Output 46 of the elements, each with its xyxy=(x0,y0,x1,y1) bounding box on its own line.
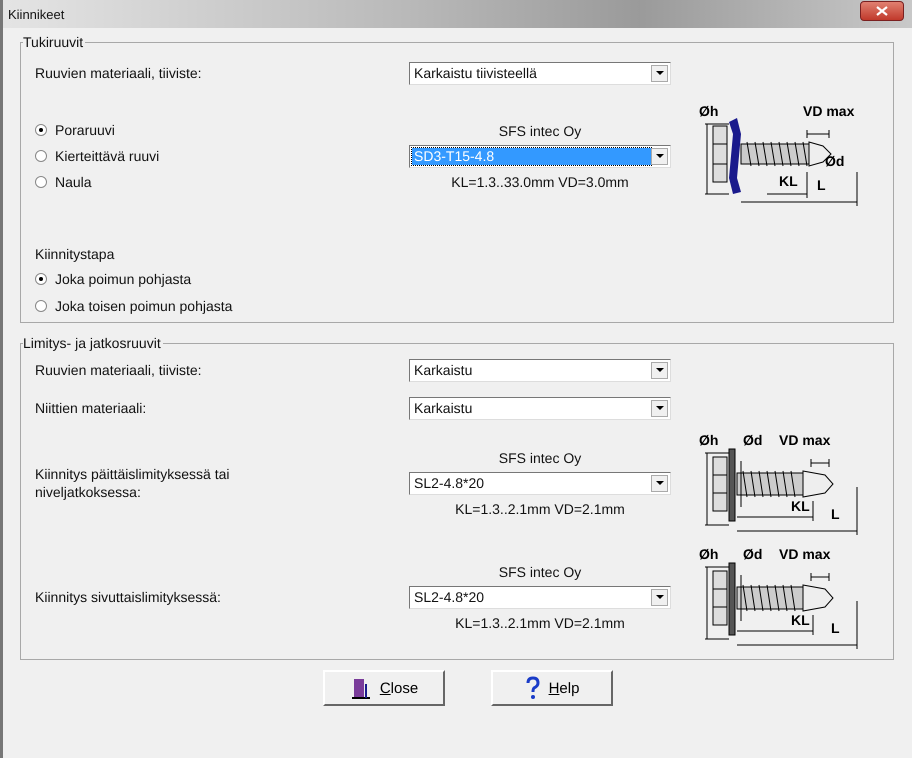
dropdown[interactable]: SL2-4.8*20 xyxy=(409,586,671,608)
radio-option[interactable]: Naula xyxy=(35,172,409,192)
dimension-label: Øh xyxy=(699,103,718,119)
close-button[interactable]: Close xyxy=(323,670,445,706)
window-title: Kiinnikeet xyxy=(8,6,64,22)
field-label: Niittien materiaali: xyxy=(35,400,148,416)
radio-option[interactable]: Joka poimun pohjasta xyxy=(35,269,881,289)
manufacturer-label: SFS intec Oy xyxy=(498,564,582,580)
dimension-label: Ød xyxy=(743,432,762,448)
dimension-label: VD max xyxy=(779,432,830,448)
door-icon xyxy=(350,676,372,700)
radio-option[interactable]: Joka toisen poimun pohjasta xyxy=(35,296,881,316)
radio-option[interactable]: Kierteittävä ruuvi xyxy=(35,146,409,166)
dimension-label: L xyxy=(831,620,840,636)
dropdown[interactable]: Karkaistu xyxy=(409,396,671,420)
dimension-label: Ød xyxy=(825,153,844,169)
dimension-label: L xyxy=(831,506,840,522)
dimension-label: Øh xyxy=(699,432,718,448)
field-label: Ruuvien materiaali, tiiviste: xyxy=(35,65,203,81)
dropdown[interactable]: Karkaistu tiivisteellä xyxy=(409,62,671,84)
dimension-label: KL xyxy=(791,498,810,514)
dimension-label: Øh xyxy=(699,546,718,562)
group-title: Limitys- ja jatkosruuvit xyxy=(23,335,162,351)
help-icon xyxy=(524,676,541,700)
close-window-button[interactable] xyxy=(860,1,904,21)
field-label: Ruuvien materiaali, tiiviste: xyxy=(35,362,203,378)
dimension-label: L xyxy=(817,177,826,193)
field-label: Kiinnitystapa xyxy=(35,246,116,262)
dimension-label: KL xyxy=(779,173,798,189)
dimension-info: KL=1.3..2.1mm VD=2.1mm xyxy=(455,614,625,630)
dropdown[interactable]: SL2-4.8*20 xyxy=(409,472,671,494)
field-label: Kiinnitys päittäislimityksessä tai niveljatkoksessa: xyxy=(35,465,231,501)
radio-option[interactable]: Poraruuvi xyxy=(35,120,409,140)
dimension-label: VD max xyxy=(803,103,854,119)
help-button[interactable]: Help xyxy=(491,670,613,706)
close-icon xyxy=(876,6,888,16)
dimension-label: Ød xyxy=(743,546,762,562)
manufacturer-label: SFS intec Oy xyxy=(498,122,582,138)
dimension-info: KL=1.3..2.1mm VD=2.1mm xyxy=(455,500,625,516)
dropdown[interactable]: Karkaistu xyxy=(409,358,671,382)
manufacturer-label: SFS intec Oy xyxy=(498,450,582,466)
group-title: Tukiruuvit xyxy=(23,34,84,50)
dimension-info: KL=1.3..33.0mm VD=3.0mm xyxy=(451,174,629,190)
dimension-label: VD max xyxy=(779,546,830,562)
dimension-label: KL xyxy=(791,612,810,628)
field-label: Kiinnitys sivuttaislimityksessä: xyxy=(35,588,222,606)
